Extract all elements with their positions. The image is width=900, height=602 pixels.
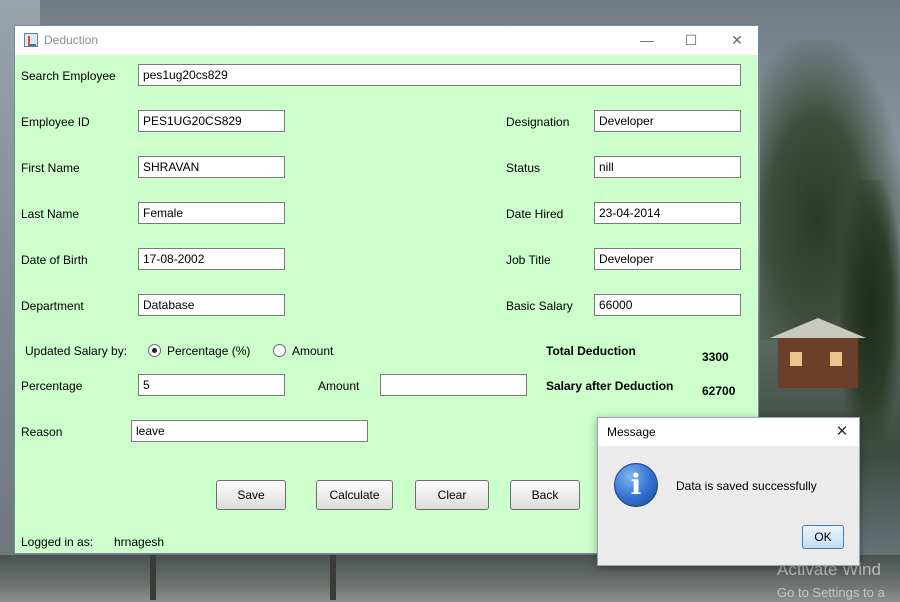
search-label: Search Employee [21, 69, 116, 83]
logged-in-user: hrnagesh [114, 535, 165, 549]
total-deduction-value: 3300 [702, 350, 729, 364]
calculate-button[interactable]: Calculate [316, 480, 393, 510]
dob-field[interactable]: 17-08-2002 [138, 248, 285, 270]
job-title-label: Job Title [506, 253, 551, 267]
department-field[interactable]: Database [138, 294, 285, 316]
amount-label: Amount [318, 379, 360, 393]
dialog-title: Message [607, 425, 656, 439]
dob-label: Date of Birth [21, 253, 88, 267]
percentage-field[interactable]: 5 [138, 374, 285, 396]
percentage-label: Percentage [21, 379, 83, 393]
percentage-radio-label[interactable]: Percentage (%) [167, 344, 250, 358]
total-deduction-label: Total Deduction [546, 344, 636, 358]
dialog-close-icon[interactable]: ✕ [825, 418, 859, 446]
last-name-field[interactable]: Female [138, 202, 285, 224]
employee-id-field[interactable]: PES1UG20CS829 [138, 110, 285, 132]
amount-field[interactable] [380, 374, 527, 396]
maximize-button[interactable]: ☐ [668, 26, 714, 55]
amount-radio-label[interactable]: Amount [292, 344, 333, 358]
date-hired-field[interactable]: 23-04-2014 [594, 202, 741, 224]
background-post [330, 555, 336, 600]
date-hired-label: Date Hired [506, 207, 564, 221]
last-name-label: Last Name [21, 207, 80, 221]
save-button[interactable]: Save [216, 480, 286, 510]
search-input[interactable]: pes1ug20cs829 [138, 64, 741, 86]
first-name-field[interactable]: SHRAVAN [138, 156, 285, 178]
message-dialog: Message ✕ i Data is saved successfully O… [597, 417, 860, 566]
salary-after-value: 62700 [702, 384, 736, 398]
updated-salary-label: Updated Salary by: [25, 344, 128, 358]
dialog-title-bar[interactable]: Message ✕ [598, 418, 859, 446]
employee-id-label: Employee ID [21, 115, 90, 129]
reason-label: Reason [21, 425, 63, 439]
designation-field[interactable]: Developer [594, 110, 741, 132]
window-title: Deduction [44, 33, 99, 47]
amount-radio[interactable] [273, 344, 286, 357]
info-icon: i [614, 463, 658, 507]
status-label: Status [506, 161, 541, 175]
java-app-icon [24, 33, 38, 47]
designation-label: Designation [506, 115, 570, 129]
logged-in-label: Logged in as: [21, 535, 94, 549]
basic-salary-field[interactable]: 66000 [594, 294, 741, 316]
reason-field[interactable]: leave [131, 420, 368, 442]
first-name-label: First Name [21, 161, 80, 175]
minimize-button[interactable]: — [624, 26, 670, 55]
percentage-radio[interactable] [148, 344, 161, 357]
salary-after-label: Salary after Deduction [546, 379, 674, 393]
title-bar[interactable]: Deduction — ☐ ✕ [15, 26, 758, 55]
department-label: Department [21, 299, 84, 313]
dialog-message: Data is saved successfully [676, 479, 817, 493]
clear-button[interactable]: Clear [415, 480, 489, 510]
background-house [770, 318, 866, 408]
ok-button[interactable]: OK [802, 525, 844, 549]
back-button[interactable]: Back [510, 480, 580, 510]
status-field[interactable]: nill [594, 156, 741, 178]
job-title-field[interactable]: Developer [594, 248, 741, 270]
basic-salary-label: Basic Salary [506, 299, 573, 313]
background-post [150, 555, 156, 600]
close-button[interactable]: ✕ [714, 26, 760, 55]
activate-windows-subtext: Go to Settings to a [777, 585, 885, 600]
